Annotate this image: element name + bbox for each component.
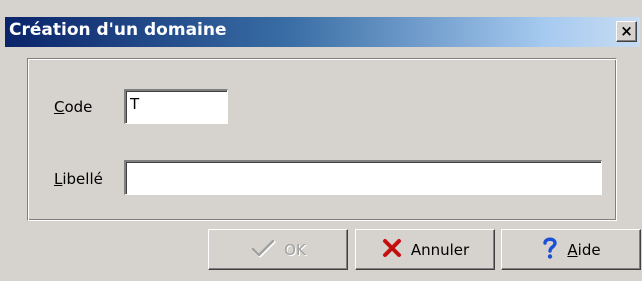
- ok-button-label: OK: [284, 240, 306, 259]
- checkmark-icon: [250, 238, 276, 261]
- close-icon: ×: [620, 22, 633, 40]
- dialog-window: Création d'un domaine × Code T Libellé O…: [0, 0, 644, 281]
- window-title: Création d'un domaine: [9, 20, 227, 40]
- code-input[interactable]: T: [124, 89, 228, 124]
- libelle-label: Libellé: [54, 170, 103, 188]
- libelle-input[interactable]: [124, 160, 602, 195]
- cancel-button[interactable]: Annuler: [355, 229, 495, 270]
- close-button[interactable]: ×: [616, 21, 637, 42]
- help-button-label: Aide: [567, 240, 601, 259]
- title-bar[interactable]: Création d'un domaine ×: [5, 17, 640, 47]
- question-mark-icon: [541, 236, 559, 263]
- code-label: Code: [54, 98, 93, 116]
- ok-button[interactable]: OK: [208, 229, 348, 270]
- help-button[interactable]: Aide: [501, 229, 641, 270]
- cancel-button-label: Annuler: [410, 240, 470, 259]
- red-x-icon: [381, 238, 403, 261]
- form-panel: Code T Libellé: [27, 58, 617, 221]
